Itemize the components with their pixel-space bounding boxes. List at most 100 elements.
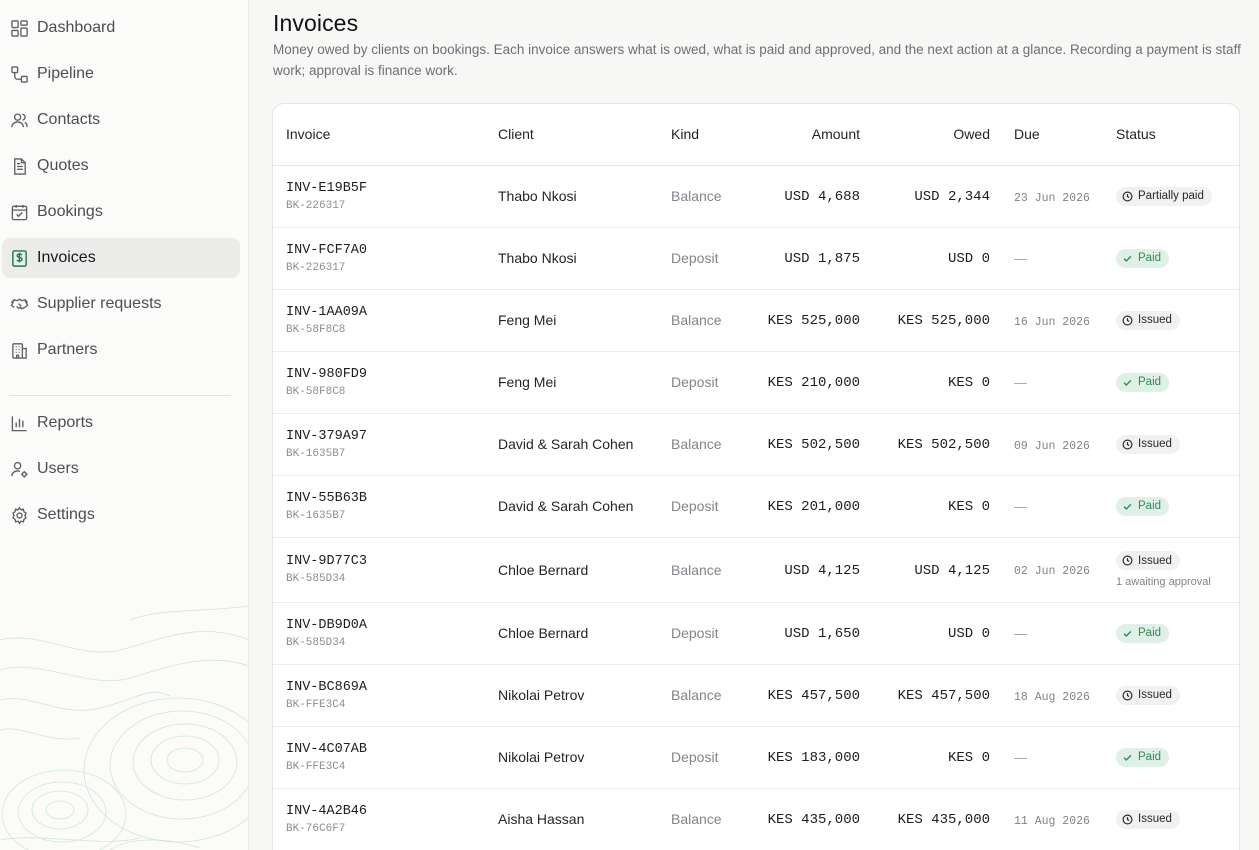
invoice-number[interactable]: INV-55B63B	[286, 491, 485, 506]
amount-cell: USD 4,125	[740, 537, 860, 603]
booking-reference[interactable]: BK-58F8C8	[286, 386, 485, 398]
invoice-number[interactable]: INV-1AA09A	[286, 305, 485, 320]
due-date: —	[1014, 251, 1027, 266]
booking-reference[interactable]: BK-1635B7	[286, 448, 485, 460]
invoice-cell: INV-379A97 BK-1635B7	[273, 413, 485, 476]
amount-value: USD 4,125	[784, 562, 860, 579]
sidebar-item-label: Supplier requests	[37, 295, 162, 312]
invoice-cell: INV-1AA09A BK-58F8C8	[273, 289, 485, 352]
table-row[interactable]: INV-4C07AB BK-FFE3C4 Nikolai Petrov Deposit…	[273, 726, 1239, 789]
table-row[interactable]: INV-9D77C3 BK-585D34 Chloe Bernard Balance U…	[273, 537, 1239, 603]
amount-cell: KES 183,000	[740, 726, 860, 789]
owed-cell: USD 0	[860, 227, 990, 290]
invoice-cell: INV-4A2B46 BK-76C6F7	[273, 788, 485, 850]
column-header-due[interactable]: Due	[990, 104, 1104, 166]
due-cell: 16 Jun 2026	[990, 289, 1104, 352]
sidebar-item-quotes[interactable]: Quotes	[2, 146, 240, 186]
owed-cell: KES 0	[860, 475, 990, 538]
invoice-cell: INV-FCF7A0 BK-226317	[273, 227, 485, 290]
invoice-number[interactable]: INV-DB9D0A	[286, 618, 485, 633]
invoice-number[interactable]: INV-4A2B46	[286, 804, 485, 819]
invoice-kind: Balance	[671, 561, 722, 578]
invoice-number[interactable]: INV-9D77C3	[286, 554, 485, 569]
status-badge: Issued	[1116, 310, 1180, 330]
booking-reference[interactable]: BK-58F8C8	[286, 324, 485, 336]
client-cell: David & Sarah Cohen	[485, 413, 658, 476]
due-cell: —	[990, 351, 1104, 414]
status-badge: Paid	[1116, 747, 1170, 767]
bar-chart-icon	[9, 413, 29, 433]
due-date: —	[1014, 626, 1027, 641]
client-name: Thabo Nkosi	[498, 188, 577, 204]
sidebar-item-reports[interactable]: Reports	[2, 403, 240, 443]
status-badge: Issued	[1116, 434, 1180, 454]
sidebar-item-pipeline[interactable]: Pipeline	[2, 54, 240, 94]
handshake-icon	[9, 294, 29, 314]
invoice-number[interactable]: INV-4C07AB	[286, 742, 485, 757]
amount-value: USD 1,650	[784, 626, 860, 642]
status-cell: Partially paid	[1104, 165, 1239, 228]
sidebar-item-settings[interactable]: Settings	[2, 495, 240, 535]
status-badge: Issued	[1116, 551, 1180, 570]
owed-value: KES 457,500	[897, 688, 990, 704]
client-name: Chloe Bernard	[498, 561, 589, 578]
status-cell: Issued	[1104, 788, 1239, 850]
invoice-cell: INV-BC869A BK-FFE3C4	[273, 664, 485, 727]
sidebar-item-users[interactable]: Users	[2, 449, 240, 489]
status-label: Paid	[1138, 627, 1162, 639]
client-name: Feng Mei	[498, 374, 557, 390]
column-header-owed[interactable]: Owed	[860, 104, 990, 166]
table-row[interactable]: INV-FCF7A0 BK-226317 Thabo Nkosi Deposit USD…	[273, 227, 1239, 290]
table-row[interactable]: INV-379A97 BK-1635B7 David & Sarah Cohen Ba…	[273, 413, 1239, 476]
amount-value: KES 183,000	[767, 750, 860, 766]
invoice-cell: INV-980FD9 BK-58F8C8	[273, 351, 485, 414]
booking-reference[interactable]: BK-585D34	[286, 637, 485, 649]
invoice-number[interactable]: INV-379A97	[286, 429, 485, 444]
invoice-number[interactable]: INV-BC869A	[286, 680, 485, 695]
booking-reference[interactable]: BK-FFE3C4	[286, 699, 485, 711]
column-header-kind[interactable]: Kind	[658, 104, 740, 166]
sidebar-item-contacts[interactable]: Contacts	[2, 100, 240, 140]
booking-reference[interactable]: BK-FFE3C4	[286, 761, 485, 773]
sidebar-item-bookings[interactable]: Bookings	[2, 192, 240, 232]
booking-reference[interactable]: BK-1635B7	[286, 510, 485, 522]
sidebar-item-supplier-requests[interactable]: Supplier requests	[2, 284, 240, 324]
owed-cell: KES 457,500	[860, 664, 990, 727]
booking-reference[interactable]: BK-76C6F7	[286, 823, 485, 835]
status-label: Issued	[1138, 314, 1172, 326]
table-row[interactable]: INV-4A2B46 BK-76C6F7 Aisha Hassan Balance KE…	[273, 788, 1239, 850]
owed-value: KES 0	[947, 375, 990, 391]
column-header-invoice[interactable]: Invoice	[273, 104, 485, 166]
booking-reference[interactable]: BK-585D34	[286, 573, 485, 585]
owed-cell: KES 435,000	[860, 788, 990, 850]
invoice-number[interactable]: INV-E19B5F	[286, 181, 485, 196]
due-date: 23 Jun 2026	[1014, 191, 1090, 205]
booking-reference[interactable]: BK-226317	[286, 262, 485, 274]
check-icon	[1122, 501, 1138, 512]
column-header-client[interactable]: Client	[485, 104, 658, 166]
status-cell: Paid	[1104, 351, 1239, 414]
sidebar-item-invoices[interactable]: Invoices	[2, 238, 240, 278]
table-row[interactable]: INV-1AA09A BK-58F8C8 Feng Mei Balance KES 52…	[273, 289, 1239, 352]
sidebar-item-partners[interactable]: Partners	[2, 330, 240, 370]
table-row[interactable]: INV-980FD9 BK-58F8C8 Feng Mei Deposit KES 21…	[273, 351, 1239, 414]
kind-cell: Deposit	[658, 602, 740, 665]
table-row[interactable]: INV-DB9D0A BK-585D34 Chloe Bernard Deposit U…	[273, 602, 1239, 665]
client-cell: Nikolai Petrov	[485, 664, 658, 727]
table-row[interactable]: INV-E19B5F BK-226317 Thabo Nkosi Balance USD…	[273, 165, 1239, 228]
owed-value: USD 0	[947, 626, 990, 642]
booking-reference[interactable]: BK-226317	[286, 200, 485, 212]
due-cell: —	[990, 227, 1104, 290]
table-row[interactable]: INV-BC869A BK-FFE3C4 Nikolai Petrov Balance…	[273, 664, 1239, 727]
sidebar-item-dashboard[interactable]: Dashboard	[2, 8, 240, 48]
owed-cell: USD 0	[860, 602, 990, 665]
amount-value: KES 457,500	[767, 688, 860, 704]
invoice-number[interactable]: INV-980FD9	[286, 367, 485, 382]
invoice-number[interactable]: INV-FCF7A0	[286, 243, 485, 258]
table-row[interactable]: INV-55B63B BK-1635B7 David & Sarah Cohen De…	[273, 475, 1239, 538]
dollar-receipt-icon	[9, 248, 29, 268]
table-header-row: Invoice Client Kind Amount Owed Due Stat…	[273, 104, 1239, 166]
column-header-status[interactable]: Status	[1104, 104, 1239, 166]
column-header-amount[interactable]: Amount	[740, 104, 860, 166]
status-badge: Paid	[1116, 248, 1170, 268]
